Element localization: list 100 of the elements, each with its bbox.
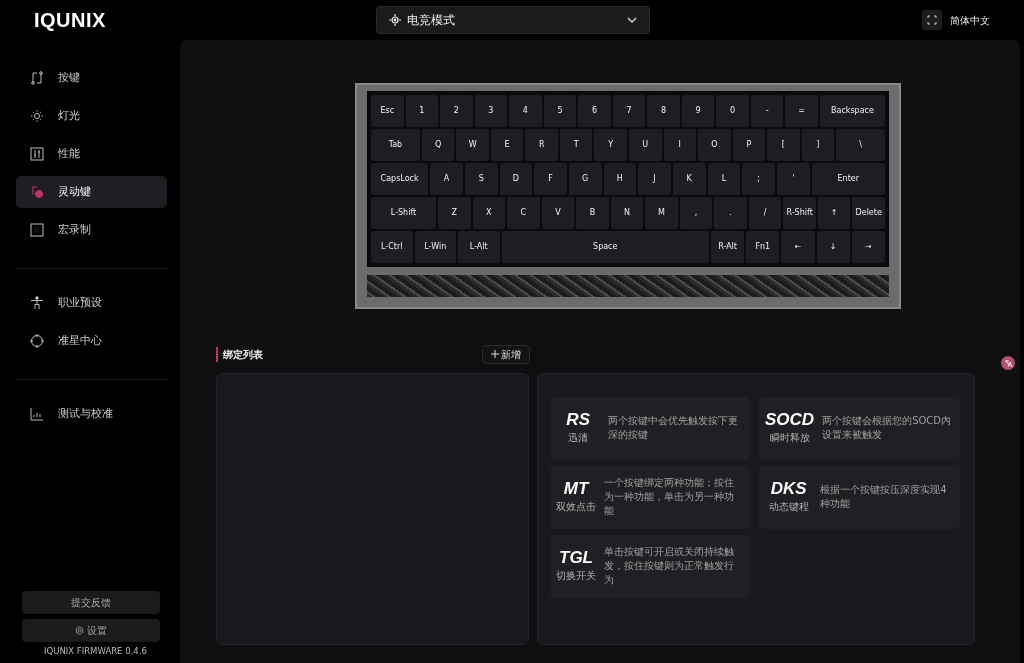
function-card[interactable]: DKS 动态键程 根据一个按键按压深度实现4种功能 bbox=[759, 465, 960, 529]
function-card[interactable]: TGL 切换开关 单击按键可开启或关闭持续触发，按住按键则为正常触发行为 bbox=[550, 534, 751, 598]
keycap[interactable]: S bbox=[464, 163, 498, 195]
keycap[interactable]: V bbox=[541, 197, 575, 229]
keycap[interactable]: 6 bbox=[578, 95, 611, 127]
keycap[interactable]: 2 bbox=[440, 95, 473, 127]
keycap[interactable]: / bbox=[748, 197, 782, 229]
keycap[interactable]: G bbox=[568, 163, 602, 195]
keycap[interactable]: J bbox=[638, 163, 671, 195]
language-selector[interactable]: 简体中文 bbox=[950, 12, 990, 28]
function-name: 切换开关 bbox=[556, 568, 596, 583]
function-card[interactable]: RS 迅清 两个按键中会优先触发按下更深的按键 bbox=[550, 396, 751, 460]
bar-chart-icon bbox=[30, 407, 44, 421]
keycap[interactable]: Delete bbox=[852, 197, 885, 229]
keycap[interactable]: C bbox=[507, 197, 540, 229]
keycap[interactable]: . bbox=[714, 197, 747, 229]
keycap[interactable]: W bbox=[456, 129, 489, 161]
keycap[interactable]: - bbox=[750, 95, 784, 127]
keycap[interactable]: Q bbox=[421, 129, 455, 161]
keycap[interactable]: B bbox=[576, 197, 609, 229]
keycap[interactable]: Space bbox=[501, 231, 709, 263]
keycap[interactable]: N bbox=[610, 197, 644, 229]
keycap[interactable]: 0 bbox=[716, 95, 749, 127]
keycap[interactable]: L bbox=[707, 163, 741, 195]
settings-icon bbox=[75, 626, 85, 635]
keycap[interactable]: Enter bbox=[811, 163, 886, 195]
settings-button[interactable]: 设置 bbox=[22, 619, 160, 642]
keycap[interactable]: 8 bbox=[647, 95, 680, 127]
function-description: 两个按键中会优先触发按下更深的按键 bbox=[608, 414, 740, 442]
keycap[interactable]: ' bbox=[776, 163, 810, 195]
keycap[interactable]: 4 bbox=[509, 95, 542, 127]
keycap[interactable]: \ bbox=[836, 129, 885, 161]
keycap[interactable]: I bbox=[663, 129, 697, 161]
person-icon bbox=[30, 296, 44, 310]
sidebar-item[interactable]: 宏录制 bbox=[16, 214, 167, 246]
keycap[interactable]: = bbox=[785, 95, 818, 127]
sidebar-item[interactable]: 职业预设 bbox=[16, 287, 167, 319]
feedback-button[interactable]: 提交反馈 bbox=[22, 590, 160, 614]
function-name: 瞬时释放 bbox=[769, 430, 810, 445]
keycap[interactable]: L-Shift bbox=[371, 197, 437, 229]
sidebar-item[interactable]: 按键 bbox=[16, 62, 167, 94]
keycap[interactable]: Z bbox=[438, 197, 471, 229]
keycap[interactable]: 5 bbox=[543, 95, 577, 127]
function-code: MT bbox=[563, 480, 589, 499]
function-code: SOCD bbox=[765, 411, 815, 430]
keycap[interactable]: Tab bbox=[371, 129, 420, 161]
keycap[interactable]: H bbox=[603, 163, 637, 195]
keycap[interactable]: L-Alt bbox=[458, 231, 500, 263]
sidebar-item[interactable]: 准星中心 bbox=[16, 325, 167, 357]
sidebar-item[interactable]: 灵动键 bbox=[16, 176, 167, 208]
keycap[interactable]: 7 bbox=[612, 95, 646, 127]
keycap[interactable]: ] bbox=[801, 129, 835, 161]
keycap[interactable]: Esc bbox=[371, 95, 404, 127]
keycap[interactable]: T bbox=[559, 129, 593, 161]
keycap[interactable]: X bbox=[472, 197, 506, 229]
function-code: DKS bbox=[770, 480, 807, 499]
keycap[interactable]: R-Alt bbox=[711, 231, 745, 263]
keycap[interactable]: Backspace bbox=[819, 95, 885, 127]
mode-dropdown[interactable]: 电竞模式 bbox=[376, 6, 650, 34]
sidebar-item[interactable]: 测试与校准 bbox=[16, 398, 167, 430]
keycap[interactable]: D bbox=[499, 163, 533, 195]
keycap[interactable]: E bbox=[490, 129, 524, 161]
translate-icon[interactable] bbox=[1001, 356, 1015, 370]
keycap[interactable]: ; bbox=[742, 163, 775, 195]
keycap[interactable]: ↓ bbox=[816, 231, 850, 263]
keycap[interactable]: → bbox=[851, 231, 885, 263]
crosshair-icon bbox=[30, 334, 44, 348]
function-card[interactable]: SOCD 瞬时释放 两个按键会根据您的SOCD内设置来被触发 bbox=[759, 396, 960, 460]
keycap[interactable]: 3 bbox=[474, 95, 508, 127]
brand-logo: IQUNIX bbox=[33, 8, 107, 33]
keycap[interactable]: U bbox=[629, 129, 662, 161]
keycap[interactable]: L-Win bbox=[414, 231, 456, 263]
keycap[interactable]: [ bbox=[767, 129, 800, 161]
keycap[interactable]: , bbox=[679, 197, 713, 229]
keycap[interactable]: 1 bbox=[405, 95, 439, 127]
keycap[interactable]: CapsLock bbox=[371, 163, 429, 195]
keycap[interactable]: M bbox=[645, 197, 678, 229]
keycap[interactable]: ← bbox=[781, 231, 815, 263]
sidebar-item[interactable]: 性能 bbox=[16, 138, 167, 170]
function-description: 一个按键绑定两种功能；按住为一种功能，单击为另一种功能 bbox=[604, 476, 735, 518]
connector-icon bbox=[30, 71, 44, 85]
keycap[interactable]: Y bbox=[594, 129, 627, 161]
keycap[interactable]: R bbox=[525, 129, 558, 161]
keycap[interactable]: P bbox=[732, 129, 766, 161]
keycap[interactable]: K bbox=[672, 163, 706, 195]
keycap[interactable]: A bbox=[430, 163, 463, 195]
fullscreen-button[interactable] bbox=[922, 10, 942, 30]
keycap[interactable]: O bbox=[698, 129, 731, 161]
keycap[interactable]: R-Shift bbox=[783, 197, 816, 229]
keycap[interactable]: Fn1 bbox=[746, 231, 780, 263]
chevron-down-icon bbox=[627, 17, 637, 23]
keycap[interactable]: F bbox=[534, 163, 567, 195]
add-button[interactable]: 新增 bbox=[482, 344, 530, 364]
crosshair-icon bbox=[389, 14, 401, 26]
keycap[interactable]: L-Ctrl bbox=[371, 231, 413, 263]
function-card[interactable]: MT 双效点击 一个按键绑定两种功能；按住为一种功能，单击为另一种功能 bbox=[550, 465, 751, 529]
keycap[interactable]: ↑ bbox=[817, 197, 851, 229]
sidebar-item[interactable]: 灯光 bbox=[16, 100, 167, 132]
function-code: TGL bbox=[559, 549, 593, 568]
keycap[interactable]: 9 bbox=[681, 95, 715, 127]
